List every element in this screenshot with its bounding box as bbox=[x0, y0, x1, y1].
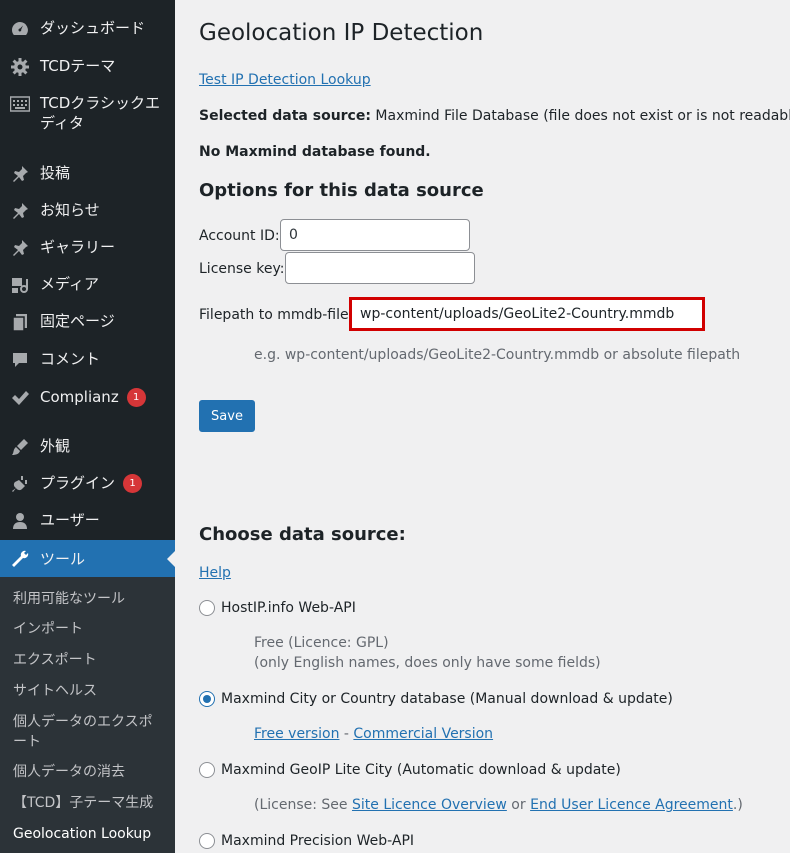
sidebar-item-label: TCDクラシックエディタ bbox=[40, 94, 161, 132]
pin-icon bbox=[0, 200, 40, 222]
help-link[interactable]: Help bbox=[199, 565, 231, 581]
source-label-maxmind-manual: Maxmind City or Country database (Manual… bbox=[221, 691, 673, 707]
sidebar-item-tcd-theme[interactable]: TCDテーマ bbox=[0, 56, 175, 78]
sidebar-item-label: メディア bbox=[40, 275, 99, 293]
sidebar-item-label: ダッシュボード bbox=[40, 19, 146, 37]
commercial-version-link[interactable]: Commercial Version bbox=[353, 726, 493, 742]
media-icon bbox=[0, 274, 40, 296]
selected-source-row: Selected data source: Maxmind File Datab… bbox=[199, 108, 790, 124]
submenu-item-site-health[interactable]: サイトヘルス bbox=[13, 681, 163, 701]
sidebar-item-posts[interactable]: 投稿 bbox=[0, 163, 175, 185]
end-user-licence-link[interactable]: End User Licence Agreement bbox=[530, 797, 733, 813]
sidebar-item-tools[interactable]: ツール bbox=[0, 540, 175, 577]
test-ip-detection-link[interactable]: Test IP Detection Lookup bbox=[199, 72, 371, 88]
sidebar-item-label: 外観 bbox=[40, 437, 71, 455]
sidebar-item-label: 固定ページ bbox=[40, 312, 115, 330]
pin-icon bbox=[0, 163, 40, 185]
source-radio-maxmind-auto[interactable] bbox=[199, 762, 215, 778]
license-suffix: .) bbox=[732, 797, 743, 813]
selected-source-value: Maxmind File Database (file does not exi… bbox=[375, 108, 790, 124]
gear-icon bbox=[0, 56, 40, 78]
choose-source-heading: Choose data source: bbox=[199, 524, 406, 545]
sidebar-item-gallery[interactable]: ギャラリー bbox=[0, 237, 175, 259]
license-key-input[interactable] bbox=[285, 252, 475, 284]
submenu-item-child-theme[interactable]: 【TCD】子テーマ生成 bbox=[13, 793, 163, 813]
source-radio-hostip[interactable] bbox=[199, 600, 215, 616]
license-or: or bbox=[506, 797, 531, 813]
dashboard-icon bbox=[0, 18, 40, 40]
sidebar-item-comments[interactable]: コメント bbox=[0, 349, 175, 371]
source-label-maxmind-precision: Maxmind Precision Web-API bbox=[221, 833, 415, 849]
wrench-icon bbox=[0, 548, 40, 570]
selected-source-label: Selected data source: bbox=[199, 108, 371, 124]
main-content: Geolocation IP Detection Test IP Detecti… bbox=[175, 0, 790, 853]
check-icon bbox=[0, 387, 40, 409]
site-licence-overview-link[interactable]: Site Licence Overview bbox=[352, 797, 507, 813]
sidebar-item-label: 投稿 bbox=[40, 164, 71, 182]
notification-badge: 1 bbox=[126, 388, 146, 407]
keyboard-icon bbox=[0, 93, 40, 115]
admin-sidebar: ダッシュボード TCDテーマ TCDクラシックエディタ 投稿 お知らせ ギャラリ… bbox=[0, 0, 175, 853]
source-links-maxmind-manual: Free version - Commercial Version bbox=[254, 726, 493, 742]
links-separator: - bbox=[339, 726, 354, 742]
source-radio-maxmind-precision[interactable] bbox=[199, 833, 215, 849]
filepath-input[interactable] bbox=[349, 297, 705, 331]
source-desc-hostip-fields: (only English names, does only have some… bbox=[254, 655, 601, 671]
sidebar-item-complianz[interactable]: Complianz 1 bbox=[0, 387, 175, 409]
sidebar-item-label: Complianz 1 bbox=[40, 387, 146, 407]
save-button[interactable]: Save bbox=[199, 400, 255, 432]
sidebar-item-label: プラグイン 1 bbox=[40, 473, 143, 493]
filepath-label: Filepath to mmdb-file: bbox=[199, 307, 354, 323]
plugin-icon bbox=[0, 473, 40, 495]
account-id-label: Account ID: bbox=[199, 228, 280, 244]
sidebar-item-news[interactable]: お知らせ bbox=[0, 200, 175, 222]
submenu-item-available-tools[interactable]: 利用可能なツール bbox=[13, 589, 163, 609]
source-label-maxmind-auto: Maxmind GeoIP Lite City (Automatic downl… bbox=[221, 762, 621, 778]
notification-badge: 1 bbox=[123, 474, 143, 493]
sidebar-item-label: ツール bbox=[40, 549, 86, 568]
page-icon bbox=[0, 311, 40, 333]
source-desc-hostip-license: Free (Licence: GPL) bbox=[254, 635, 389, 651]
sidebar-item-label: コメント bbox=[40, 350, 101, 368]
sidebar-item-label: ユーザー bbox=[40, 511, 100, 529]
sidebar-item-label: ギャラリー bbox=[40, 238, 116, 256]
submenu-item-geolocation-lookup[interactable]: Geolocation Lookup bbox=[13, 824, 163, 844]
no-database-message: No Maxmind database found. bbox=[199, 144, 431, 160]
sidebar-item-users[interactable]: ユーザー bbox=[0, 510, 175, 532]
free-version-link[interactable]: Free version bbox=[254, 726, 339, 742]
comment-icon bbox=[0, 349, 40, 371]
sidebar-item-label: TCDテーマ bbox=[40, 57, 116, 75]
source-radio-maxmind-manual[interactable] bbox=[199, 691, 215, 707]
sidebar-item-plugins[interactable]: プラグイン 1 bbox=[0, 473, 175, 495]
sidebar-item-media[interactable]: メディア bbox=[0, 274, 175, 296]
submenu-item-import[interactable]: インポート bbox=[13, 619, 163, 639]
brush-icon bbox=[0, 436, 40, 458]
submenu-item-export[interactable]: エクスポート bbox=[13, 650, 163, 670]
license-key-label: License key: bbox=[199, 261, 285, 277]
submenu-item-export-personal-data[interactable]: 個人データのエクスポート bbox=[13, 712, 163, 752]
tools-submenu: 利用可能なツール インポート エクスポート サイトヘルス 個人データのエクスポー… bbox=[0, 577, 175, 853]
sidebar-item-pages[interactable]: 固定ページ bbox=[0, 311, 175, 333]
license-prefix: (License: See bbox=[254, 797, 352, 813]
sidebar-item-label: お知らせ bbox=[40, 201, 100, 219]
sidebar-item-appearance[interactable]: 外観 bbox=[0, 436, 175, 458]
user-icon bbox=[0, 510, 40, 532]
filepath-hint: e.g. wp-content/uploads/GeoLite2-Country… bbox=[254, 347, 741, 363]
sidebar-item-dashboard[interactable]: ダッシュボード bbox=[0, 18, 175, 40]
pin-icon bbox=[0, 237, 40, 259]
source-license-maxmind-auto: (License: See Site Licence Overview or E… bbox=[254, 797, 743, 813]
options-heading: Options for this data source bbox=[199, 180, 484, 201]
account-id-input[interactable] bbox=[280, 219, 470, 251]
submenu-item-erase-personal-data[interactable]: 個人データの消去 bbox=[13, 762, 163, 782]
source-label-hostip: HostIP.info Web-API bbox=[221, 600, 356, 616]
sidebar-item-tcd-classic-editor[interactable]: TCDクラシックエディタ bbox=[0, 93, 175, 133]
page-title: Geolocation IP Detection bbox=[199, 20, 484, 46]
